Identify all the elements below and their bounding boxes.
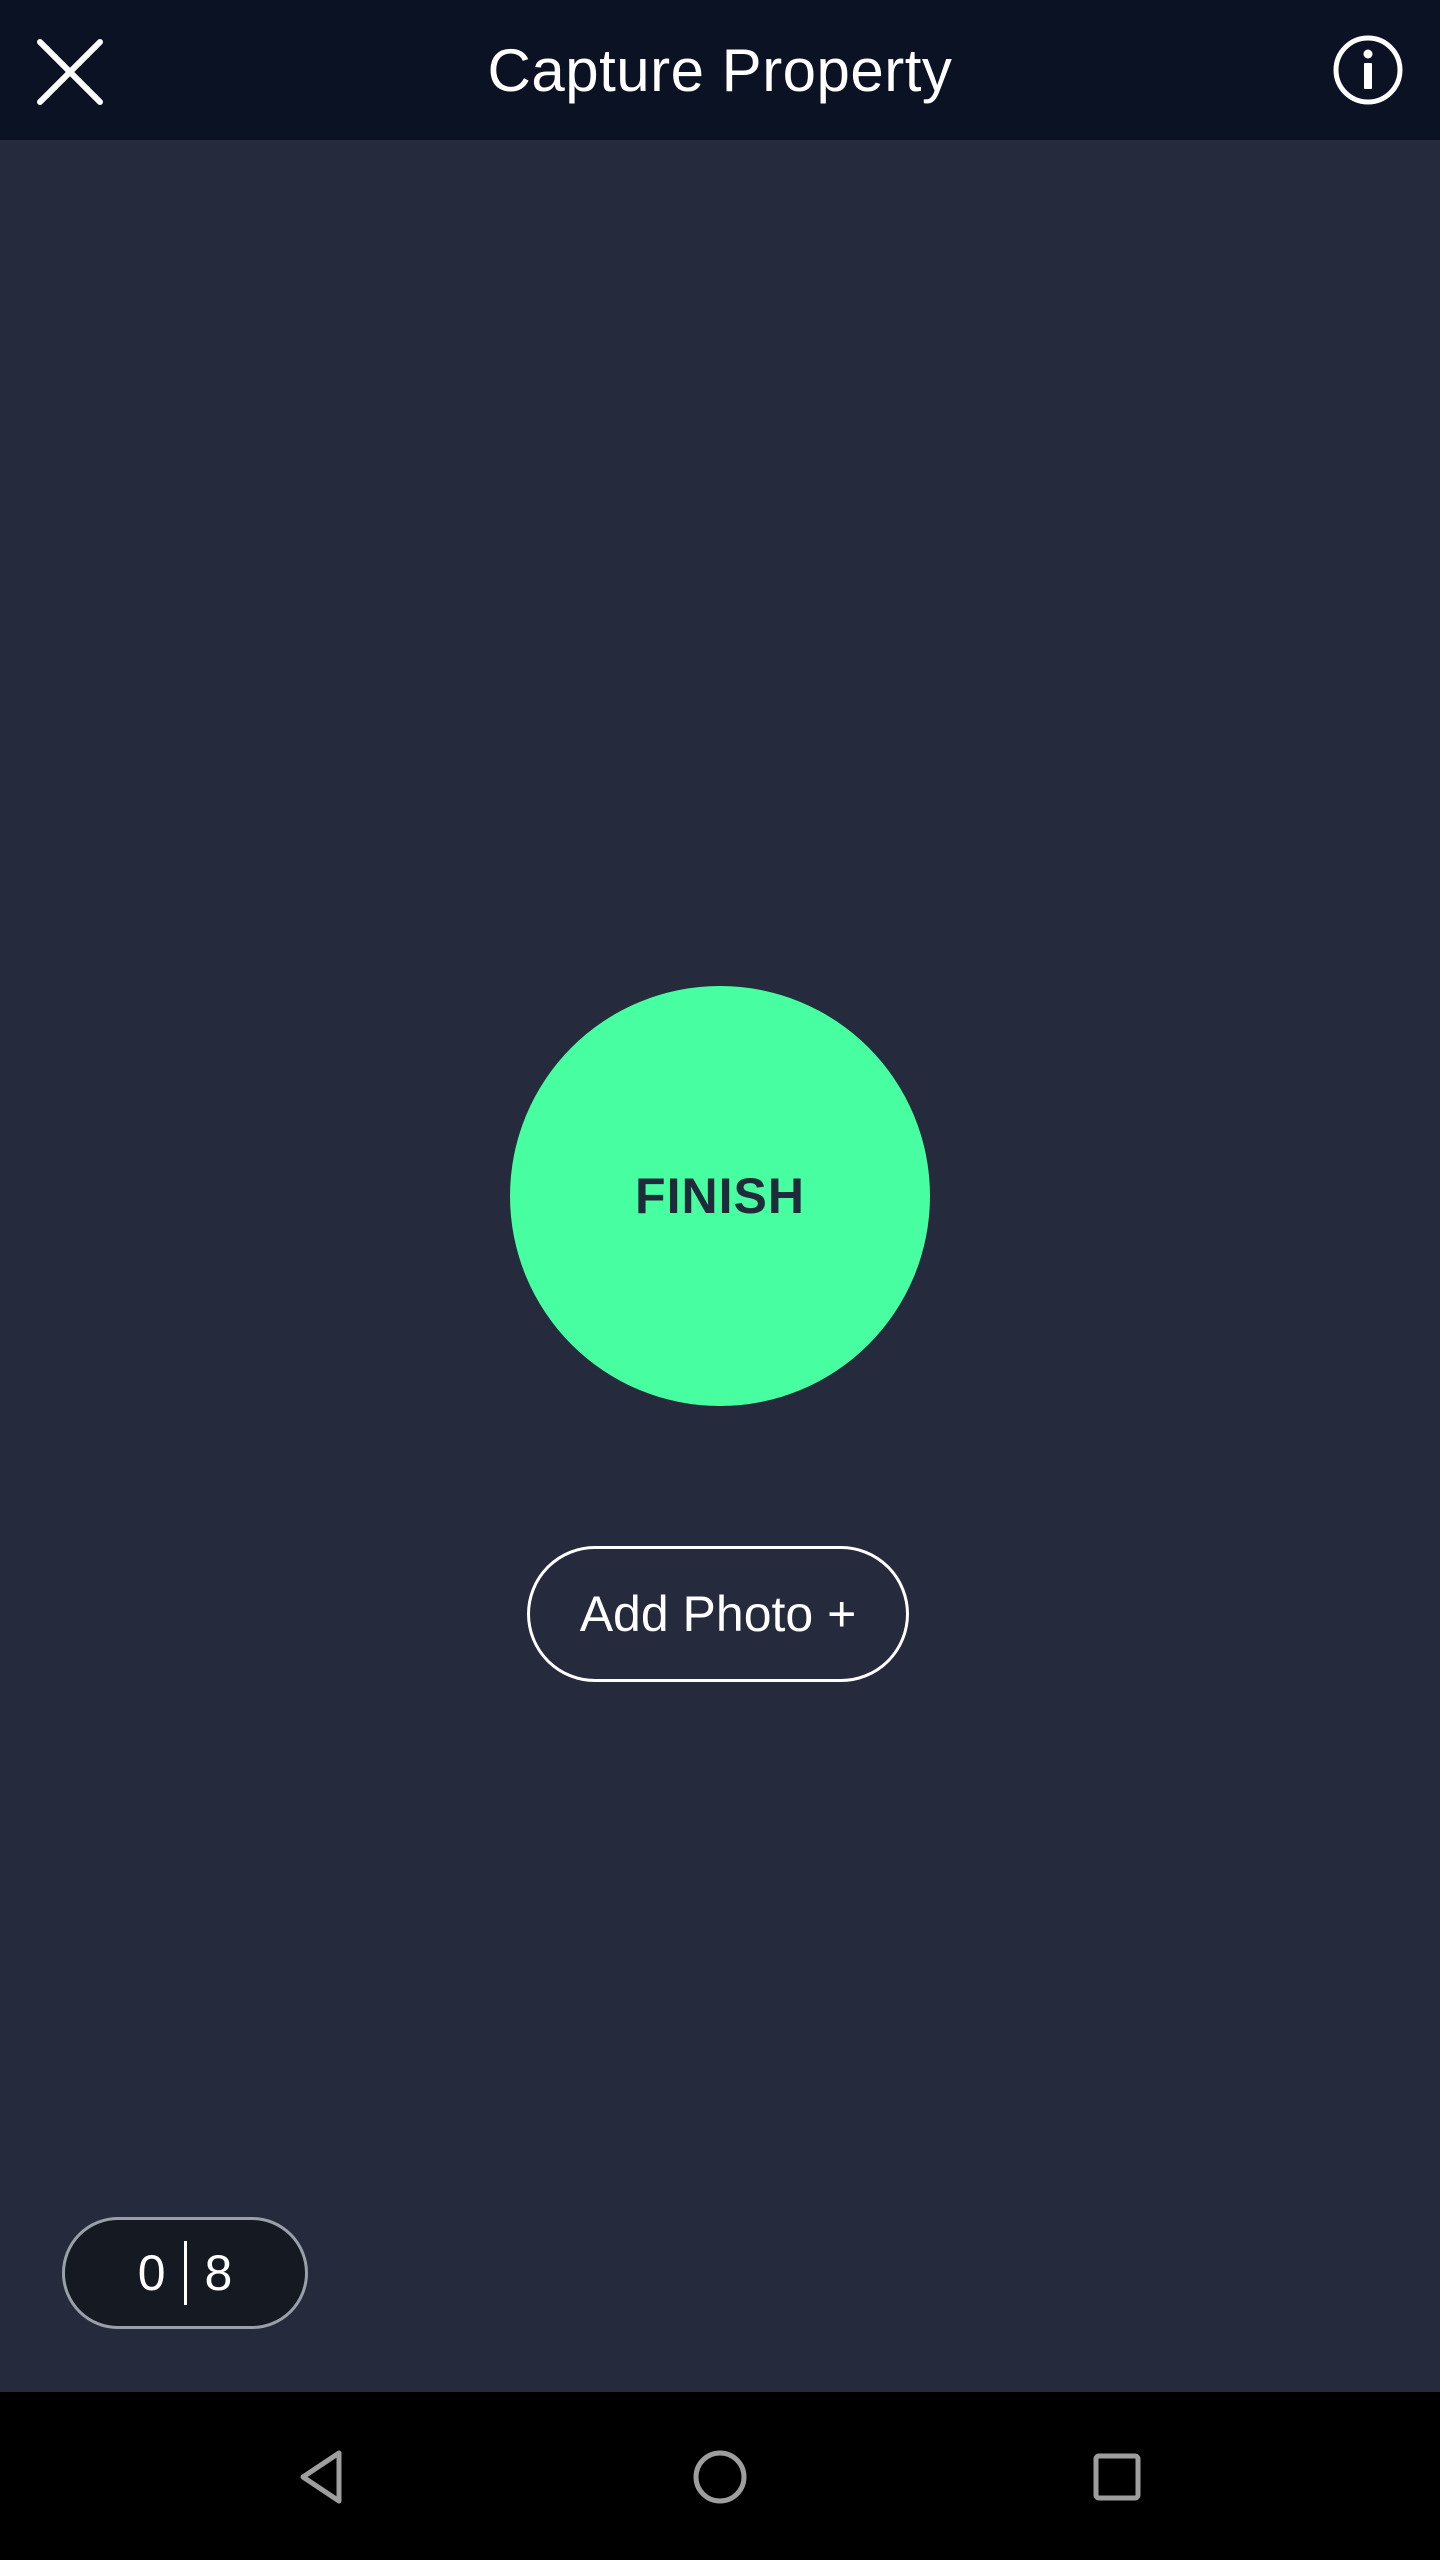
- photo-counter-badge: 0 8: [62, 2217, 308, 2329]
- home-circle-icon: [693, 2450, 747, 2504]
- close-icon: [37, 39, 103, 105]
- photo-counter-current: 0: [137, 2245, 166, 2301]
- finish-button-label: FINISH: [635, 1168, 805, 1224]
- counter-divider: [183, 2241, 187, 2305]
- finish-button[interactable]: FINISH: [510, 986, 930, 1406]
- back-triangle-icon: [300, 2450, 342, 2504]
- recents-square-icon: [1093, 2453, 1141, 2501]
- capture-area: FINISH Add Photo + 0 8: [0, 140, 1440, 2392]
- info-button[interactable]: [1326, 28, 1410, 112]
- page-title: Capture Property: [487, 36, 953, 104]
- nav-recents-button[interactable]: [1072, 2432, 1162, 2522]
- photo-counter-total: 8: [204, 2245, 233, 2301]
- nav-home-button[interactable]: [675, 2432, 765, 2522]
- system-navigation-bar: [0, 2392, 1440, 2560]
- top-app-bar: Capture Property: [0, 0, 1440, 140]
- nav-back-button[interactable]: [276, 2432, 366, 2522]
- app-screen: Capture Property FINISH Add Photo + 0 8: [0, 0, 1440, 2560]
- add-photo-label: Add Photo +: [579, 1586, 857, 1642]
- add-photo-button[interactable]: Add Photo +: [527, 1546, 909, 1682]
- close-button[interactable]: [28, 30, 112, 114]
- info-icon: [1333, 35, 1403, 105]
